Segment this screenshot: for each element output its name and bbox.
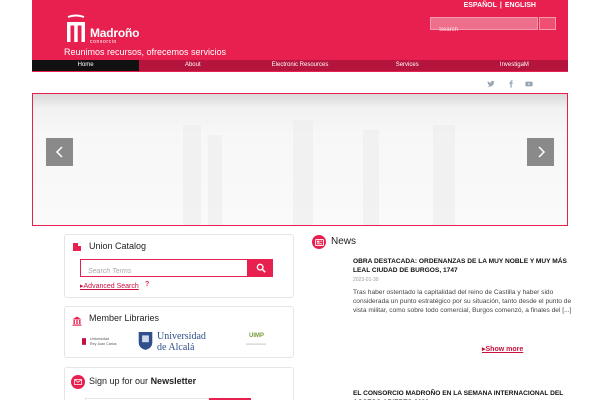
catalog-search-input[interactable] [81, 263, 247, 280]
urjc-logo-line2: Rey Juan Carlos [90, 342, 117, 346]
catalog-icon [73, 243, 81, 251]
news-item-body-1: Tras haber ostentado la capitalidad del … [353, 289, 572, 314]
nav-item-home[interactable]: Home [32, 60, 140, 71]
member-libraries-panel: Member Libraries Universidad Rey Juan Ca… [64, 306, 294, 358]
envelope-icon [74, 379, 82, 385]
newsletter-title-prefix: Sign up for our [89, 376, 149, 386]
library-logo-uimp[interactable]: UIMP [245, 333, 275, 353]
slider-background-shape [293, 120, 313, 225]
slider-background-shape [433, 125, 455, 225]
slider-background-shape [208, 135, 222, 225]
chevron-left-icon [55, 146, 63, 158]
youtube-link[interactable] [525, 75, 533, 87]
show-more-link[interactable]: ▸Show more [482, 345, 523, 353]
catalog-search-button[interactable] [248, 259, 273, 277]
alcala-crest-icon [138, 332, 153, 350]
nav-item-investigam[interactable]: InvestigaM [461, 60, 568, 71]
slider-next-button[interactable] [527, 138, 554, 166]
language-separator: | [499, 2, 502, 9]
facebook-link[interactable] [507, 75, 515, 88]
newspaper-icon [314, 238, 324, 246]
news-item-title-1[interactable]: OBRA DESTACADA: ORDENANZAS DE LA MUY NOB… [353, 257, 583, 275]
news-icon-badge [312, 235, 326, 249]
union-catalog-title: Union Catalog [89, 241, 147, 251]
union-catalog-panel: Union Catalog ▸Advanced Search ? [64, 234, 294, 298]
search-button[interactable] [539, 17, 556, 30]
uimp-emblem-icon [246, 343, 266, 345]
newsletter-title: Sign up for our Newsletter [89, 376, 196, 386]
slider-background-shape [183, 125, 201, 225]
advanced-search-link[interactable]: ▸Advanced Search [80, 282, 139, 290]
search-icon [256, 263, 266, 273]
twitter-link[interactable] [487, 75, 495, 87]
news-section-title: News [331, 236, 357, 247]
help-button[interactable]: ? [145, 281, 149, 288]
nav-item-services[interactable]: Services [354, 60, 461, 71]
nav-item-electronic-resources[interactable]: Electronic Resources [246, 60, 353, 71]
library-logo-urjc[interactable]: Universidad Rey Juan Carlos [82, 335, 122, 353]
newsletter-title-bold: Newsletter [150, 376, 197, 386]
member-libraries-title: Member Libraries [89, 313, 160, 323]
news-item-date-1: 2023-01-30 [353, 277, 379, 283]
language-switcher: ESPAÑOL | ENGLISH [464, 2, 536, 12]
newsletter-panel: Sign up for our Newsletter [64, 367, 294, 400]
language-english-link[interactable]: ENGLISH [505, 2, 536, 9]
alcala-logo-line1: Universidad [157, 331, 206, 342]
chevron-right-icon [537, 146, 545, 158]
main-nav: Home About Electronic Resources Services… [32, 60, 568, 71]
language-spanish-link[interactable]: ESPAÑOL [464, 2, 497, 9]
show-more-label: Show more [485, 346, 524, 353]
madrono-logo-icon[interactable] [65, 14, 87, 44]
brand-name[interactable]: Madroño [90, 26, 139, 40]
urjc-emblem-icon [82, 338, 86, 345]
search-input[interactable] [431, 24, 537, 36]
brand-subtitle: consorcio [90, 39, 117, 45]
newsletter-icon-badge [71, 375, 85, 389]
hero-slider [32, 93, 568, 226]
advanced-search-label: Advanced Search [83, 283, 139, 290]
news-item-title-2[interactable]: EL CONSORCIO MADROÑO EN LA SEMANA INTERN… [353, 389, 583, 400]
facebook-icon [509, 80, 513, 88]
slider-prev-button[interactable] [46, 138, 73, 166]
search-box [430, 17, 538, 36]
brand-tagline: Reunimos recursos, ofrecemos servicios [64, 47, 227, 57]
alcala-logo-line2: de Alcalá [157, 342, 195, 353]
uimp-logo-text: UIMP [249, 333, 264, 339]
nav-item-about[interactable]: About [139, 60, 246, 71]
library-icon [72, 316, 82, 326]
site-header: ESPAÑOL | ENGLISH Madroño consorcio Reunim… [32, 0, 568, 72]
library-logo-alcala[interactable]: Universidad de Alcalá [137, 329, 217, 355]
youtube-icon [525, 81, 533, 87]
catalog-search-box [80, 259, 248, 280]
slider-background-shape [363, 130, 379, 225]
twitter-icon [487, 80, 495, 87]
urjc-logo-line1: Universidad [90, 337, 109, 341]
